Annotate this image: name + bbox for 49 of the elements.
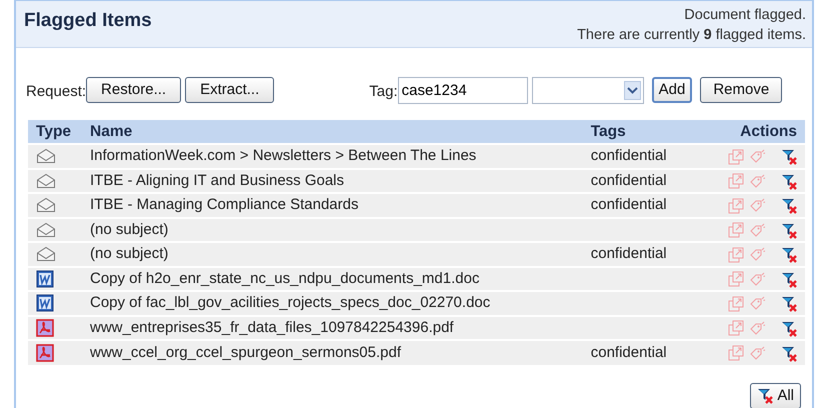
panel-title: Flagged Items xyxy=(24,9,152,33)
item-name: ITBE - Aligning IT and Business Goals xyxy=(82,168,583,194)
item-tag: confidential xyxy=(582,193,703,218)
unflag-icon xyxy=(781,344,797,362)
unflag-icon xyxy=(781,295,797,312)
envelope-icon xyxy=(36,148,56,164)
unflag-icon xyxy=(781,197,797,214)
item-tag: confidential xyxy=(582,340,703,365)
envelope-icon xyxy=(36,197,56,214)
request-button[interactable]: Extract... xyxy=(185,77,274,103)
item-tag: confidential xyxy=(582,144,703,169)
tag-label: Tag: xyxy=(369,82,398,102)
item-tag: confidential xyxy=(582,168,703,194)
word-document-icon xyxy=(36,294,54,312)
pdf-document-icon xyxy=(36,318,54,337)
unflag-icon xyxy=(781,246,797,263)
item-name: www_ccel_org_ccel_spurgeon_sermons05.pdf xyxy=(82,340,583,365)
request-button[interactable]: Restore... xyxy=(86,77,182,103)
unflag-icon xyxy=(781,222,797,238)
item-name: ITBE - Managing Compliance Standards xyxy=(82,193,583,218)
item-name: Copy of h2o_enr_state_nc_us_ndpu_documents_md1.doc xyxy=(82,266,583,292)
column-header: Actions xyxy=(702,120,805,144)
item-name: (no subject) xyxy=(82,218,583,242)
column-header: Type xyxy=(28,120,82,144)
tag-dropdown[interactable] xyxy=(532,76,644,104)
pdf-document-icon xyxy=(36,344,54,362)
item-name: Copy of fac_lbl_gov_acilities_rojects_specs_doc_02270.doc xyxy=(82,291,583,316)
unflag-icon xyxy=(781,148,797,165)
column-header: Tags xyxy=(582,120,703,144)
item-tag: confidential xyxy=(582,242,703,267)
tag-field[interactable]: case1234 xyxy=(398,76,528,104)
column-header: Name xyxy=(82,120,583,144)
request-label: Request: xyxy=(26,82,86,102)
status-message: Document flagged. xyxy=(683,6,806,25)
status-message: There are currently 9 flagged items. xyxy=(577,26,806,45)
unflag-icon xyxy=(781,320,797,336)
word-document-icon xyxy=(36,270,54,288)
tag-button[interactable]: Remove xyxy=(700,77,782,103)
unflag-all-button[interactable]: All xyxy=(750,382,801,408)
item-name: www_entreprises35_fr_data_files_1097842254396.pdf xyxy=(82,316,583,340)
unflag-icon xyxy=(781,172,797,190)
envelope-icon xyxy=(36,172,56,189)
item-name: (no subject) xyxy=(82,242,583,267)
unflag-icon xyxy=(757,387,774,404)
envelope-icon xyxy=(36,246,56,262)
unflag-icon xyxy=(781,270,797,288)
tag-button[interactable]: Add xyxy=(652,77,692,103)
item-name: InformationWeek.com > Newsletters > Between The Lines xyxy=(82,144,583,169)
envelope-icon xyxy=(36,222,56,238)
